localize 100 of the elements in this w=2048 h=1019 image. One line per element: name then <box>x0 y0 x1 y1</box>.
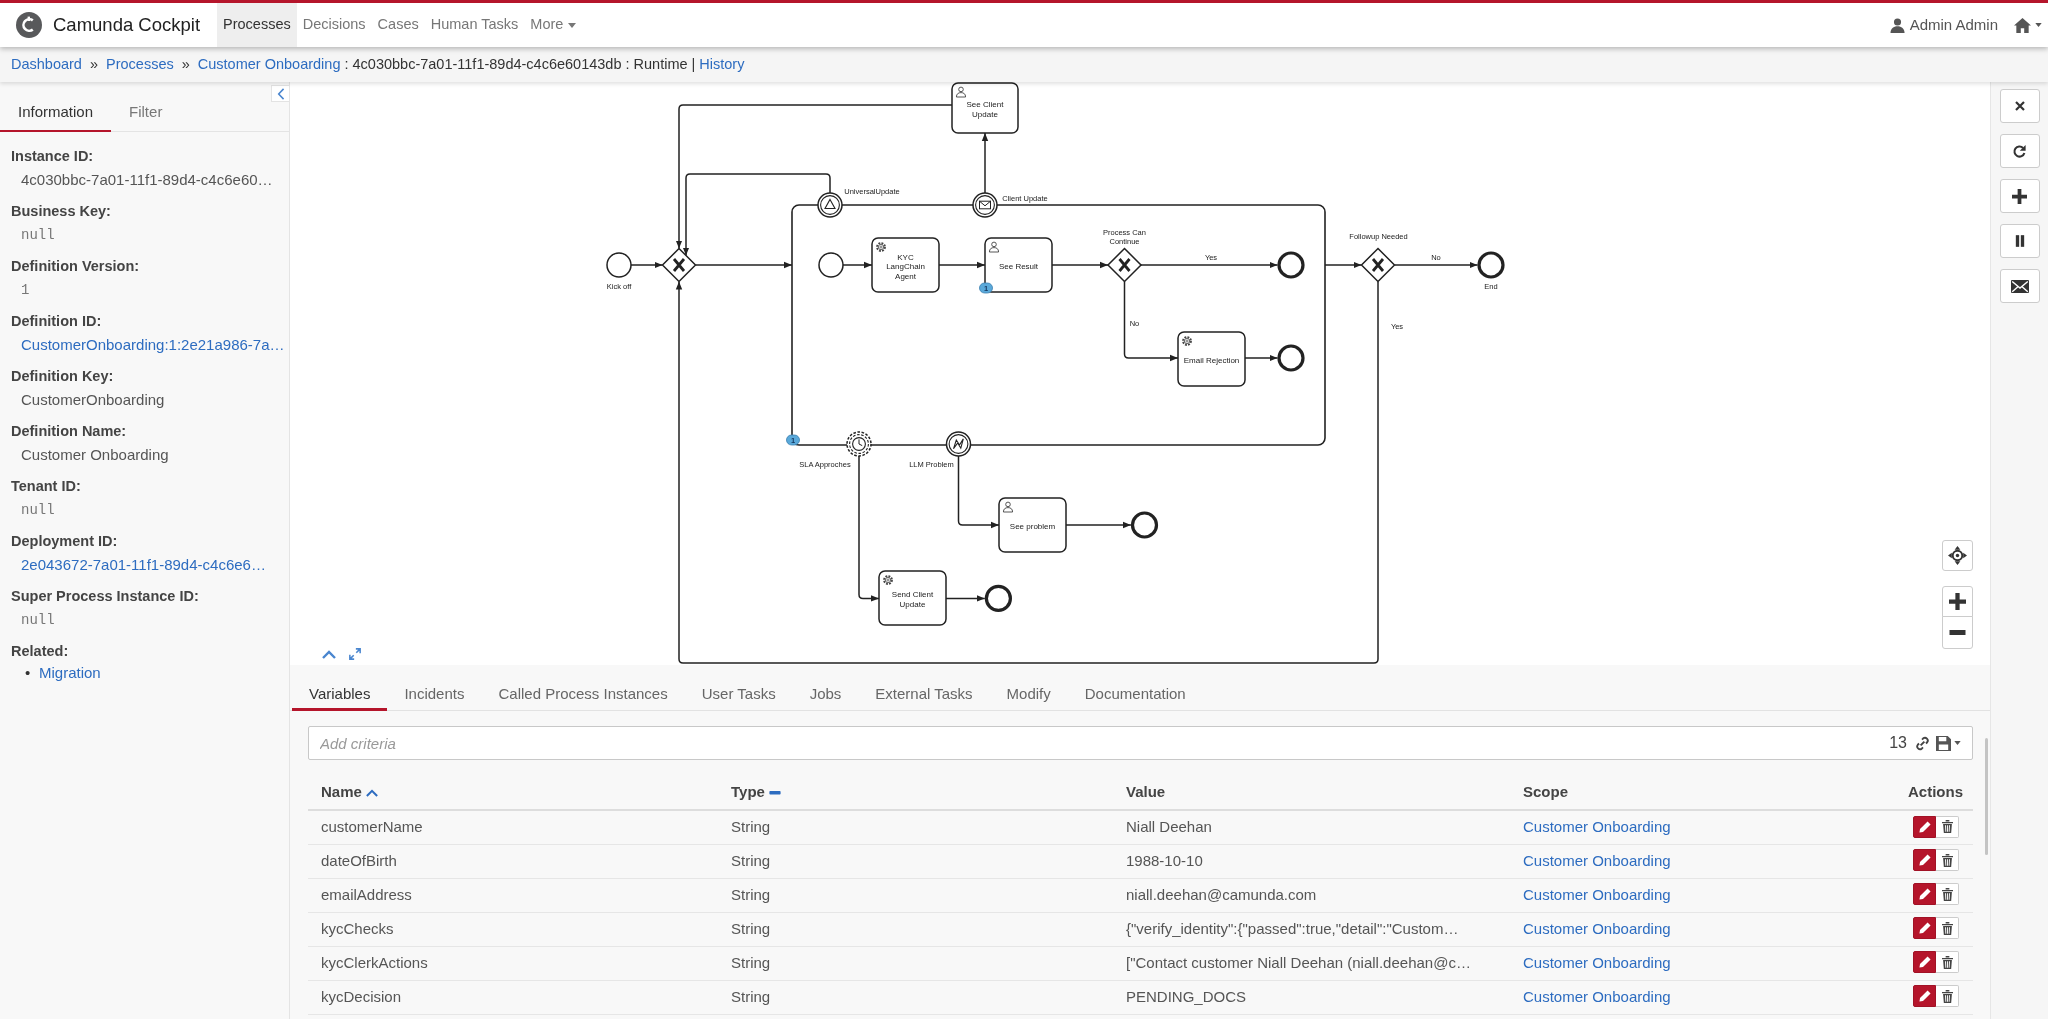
breadcrumb-link[interactable]: Processes <box>106 53 174 76</box>
end-event[interactable] <box>1130 511 1159 539</box>
column-header[interactable]: Type <box>718 776 1113 810</box>
end-event[interactable] <box>1277 344 1305 372</box>
column-header[interactable]: Scope <box>1510 776 1863 810</box>
table-cell: ["Contact customer Niall Deehan (niall.deehan@c… <box>1113 946 1510 980</box>
timer-event[interactable] <box>846 431 872 457</box>
tab[interactable]: User Tasks <box>684 679 793 711</box>
start-event[interactable] <box>818 252 844 278</box>
search-bar[interactable]: Add criteria 13 <box>308 726 1973 760</box>
breadcrumb-separator: : <box>344 54 349 74</box>
edit-button[interactable] <box>1913 985 1936 1008</box>
column-header[interactable]: Actions <box>1863 776 1973 810</box>
task-box[interactable] <box>878 570 947 626</box>
flow-arrow <box>842 261 873 269</box>
start-event[interactable] <box>606 252 632 278</box>
column-header[interactable]: Name <box>308 776 718 810</box>
task-box[interactable] <box>998 497 1067 553</box>
field-label: Super Process Instance ID: <box>11 586 200 606</box>
tab[interactable]: Filter <box>111 94 181 132</box>
table-cell: 1988-10-10 <box>1113 844 1510 878</box>
gateway[interactable] <box>1106 247 1143 283</box>
user-icon <box>1889 17 1905 33</box>
scope-link[interactable]: Customer Onboarding <box>1523 987 1671 1005</box>
tab[interactable]: Incidents <box>387 679 482 711</box>
task-box[interactable] <box>951 82 1019 134</box>
table-cell: String <box>718 878 1113 912</box>
gateway[interactable] <box>1360 247 1396 283</box>
person-icon <box>1002 501 1014 513</box>
tab[interactable]: Information <box>0 94 112 132</box>
scope-link[interactable]: Customer Onboarding <box>1523 851 1671 869</box>
breadcrumb-link[interactable]: Dashboard <box>11 53 82 76</box>
scope-link[interactable]: Customer Onboarding <box>1523 919 1671 937</box>
nav-link[interactable]: Human Tasks <box>424 3 525 47</box>
scope-link[interactable]: Customer Onboarding <box>1523 953 1671 971</box>
field-value: null <box>21 500 56 520</box>
subprocess-box[interactable] <box>791 204 1326 446</box>
home-menu[interactable] <box>2014 17 2042 33</box>
end-event[interactable] <box>1277 251 1305 279</box>
delete-button[interactable] <box>1936 849 1959 872</box>
nav-link[interactable]: Cases <box>371 3 425 47</box>
end-event[interactable] <box>1477 251 1505 279</box>
bullet: • <box>25 662 32 683</box>
chevron-up-icon[interactable] <box>322 650 336 659</box>
field-value: null <box>21 610 56 630</box>
edit-button[interactable] <box>1913 849 1936 872</box>
error-event[interactable] <box>945 431 972 457</box>
task-box[interactable] <box>871 237 940 293</box>
delete-button[interactable] <box>1936 815 1959 838</box>
message-event[interactable] <box>972 192 998 218</box>
envelope-button[interactable] <box>1999 269 2040 303</box>
expand-icon[interactable] <box>349 648 361 660</box>
tab[interactable]: Variables <box>292 679 388 711</box>
end-event[interactable] <box>984 584 1012 612</box>
field-link[interactable]: 2e043672-7a01-11f1-89d4-c4c6e6… <box>21 555 266 573</box>
edit-button[interactable] <box>1913 815 1936 838</box>
flow-arrow <box>630 261 664 269</box>
tab[interactable]: Documentation <box>1067 679 1203 711</box>
signal-event[interactable] <box>817 192 843 218</box>
breadcrumb-link[interactable]: History <box>699 53 745 76</box>
field-value: CustomerOnboarding <box>21 389 166 410</box>
close-button[interactable] <box>1999 89 2040 123</box>
zoom-out-button[interactable] <box>1942 616 1973 649</box>
nav-link[interactable]: Decisions <box>296 3 372 47</box>
link-icon[interactable] <box>1915 735 1930 751</box>
pause-button[interactable] <box>1999 224 2040 258</box>
related-link[interactable]: Migration <box>39 663 101 681</box>
delete-button[interactable] <box>1936 883 1959 906</box>
flow-arrow <box>981 132 989 194</box>
delete-button[interactable] <box>1936 985 1959 1008</box>
field-label: Definition Name: <box>11 421 128 441</box>
reset-zoom-button[interactable] <box>1942 540 1973 571</box>
tab[interactable]: Jobs <box>792 679 859 711</box>
scrollbar[interactable] <box>1985 738 1988 855</box>
task-box[interactable] <box>1177 331 1246 387</box>
delete-button[interactable] <box>1936 951 1959 974</box>
delete-button[interactable] <box>1936 917 1959 940</box>
edit-button[interactable] <box>1913 951 1936 974</box>
user-menu[interactable]: Admin Admin <box>1889 13 1998 37</box>
tab[interactable]: Modify <box>989 679 1068 711</box>
plus-button[interactable] <box>1999 179 2040 213</box>
column-header[interactable]: Value <box>1113 776 1510 810</box>
search-field[interactable]: Add criteria <box>309 728 1890 758</box>
nav-link[interactable]: Processes <box>217 3 297 47</box>
breadcrumb-link[interactable]: Customer Onboarding <box>197 53 341 76</box>
edit-button[interactable] <box>1913 917 1936 940</box>
scope-link[interactable]: Customer Onboarding <box>1523 818 1671 835</box>
refresh-button[interactable] <box>1999 134 2040 168</box>
tab[interactable]: External Tasks <box>858 679 990 711</box>
edit-button[interactable] <box>1913 883 1936 906</box>
field-link[interactable]: CustomerOnboarding:1:2e21a986-7a… <box>21 335 285 353</box>
scope-link[interactable]: Customer Onboarding <box>1523 885 1671 903</box>
task-box[interactable] <box>984 237 1053 293</box>
tab[interactable]: Called Process Instances <box>481 679 685 711</box>
logo-icon <box>16 12 42 38</box>
nav-link[interactable]: More <box>524 3 583 47</box>
gateway[interactable] <box>661 247 697 283</box>
table-cell: kycChecks <box>308 912 718 946</box>
zoom-in-button[interactable] <box>1942 586 1973 617</box>
collapse-sidebar-button[interactable] <box>271 85 289 102</box>
